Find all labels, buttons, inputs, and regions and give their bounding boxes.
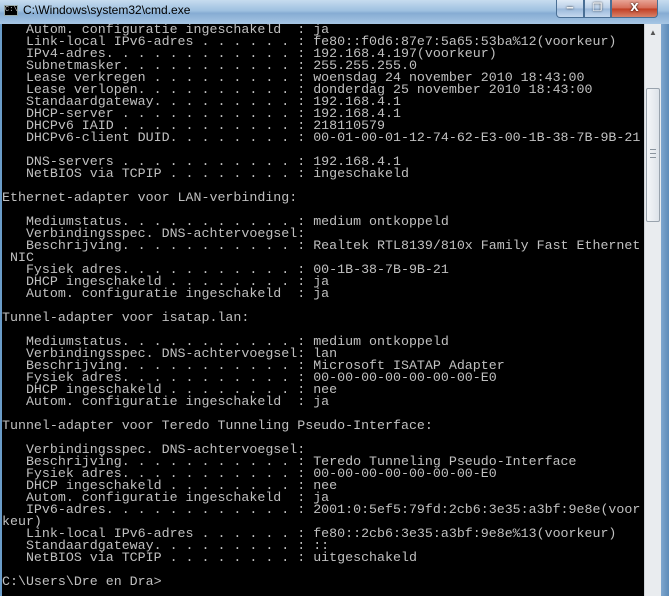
- cmd-app-icon[interactable]: C:\.: [4, 5, 22, 16]
- scrollbar-thumb[interactable]: [646, 88, 660, 222]
- console-line: Ethernet-adapter voor LAN-verbinding:: [2, 190, 298, 205]
- minimize-button[interactable]: ‒: [556, 0, 584, 18]
- maximize-button[interactable]: ❐: [584, 0, 611, 18]
- command-prompt: C:\Users\Dre en Dra>: [2, 574, 162, 589]
- maximize-icon: ❐: [592, 1, 603, 14]
- title-bar[interactable]: C:\. C:\Windows\system32\cmd.exe ‒ ❐ X: [0, 0, 669, 24]
- vertical-scrollbar[interactable]: ▲: [644, 24, 661, 596]
- console-line: Tunnel-adapter voor Teredo Tunneling Pse…: [2, 418, 433, 433]
- console-line: IPv6-adres. . . . . . . . . . . . : 2001…: [2, 502, 641, 517]
- console-line: NetBIOS via TCPIP . . . . . . . . : inge…: [2, 166, 409, 181]
- window-frame-right: [661, 24, 669, 596]
- close-icon: X: [630, 1, 639, 14]
- scroll-up-arrow-icon[interactable]: ▲: [645, 24, 661, 41]
- console-line: Autom. configuratie ingeschakeld : ja: [2, 394, 330, 409]
- console-line: DHCPv6-client DUID. . . . . . . . : 00-0…: [2, 130, 641, 145]
- minimize-icon: ‒: [566, 1, 574, 14]
- console-line: Autom. configuratie ingeschakeld : ja: [2, 286, 330, 301]
- console-line: Tunnel-adapter voor isatap.lan:: [2, 310, 250, 325]
- console-output[interactable]: Autom. configuratie ingeschakeld : ja Li…: [2, 24, 644, 596]
- console-line: NetBIOS via TCPIP . . . . . . . . : uitg…: [2, 550, 417, 565]
- grip-icon: [650, 149, 656, 158]
- window-title: C:\Windows\system32\cmd.exe: [23, 3, 191, 17]
- close-button[interactable]: X: [611, 0, 658, 18]
- console-line: Beschrijving. . . . . . . . . . . : Real…: [2, 238, 641, 253]
